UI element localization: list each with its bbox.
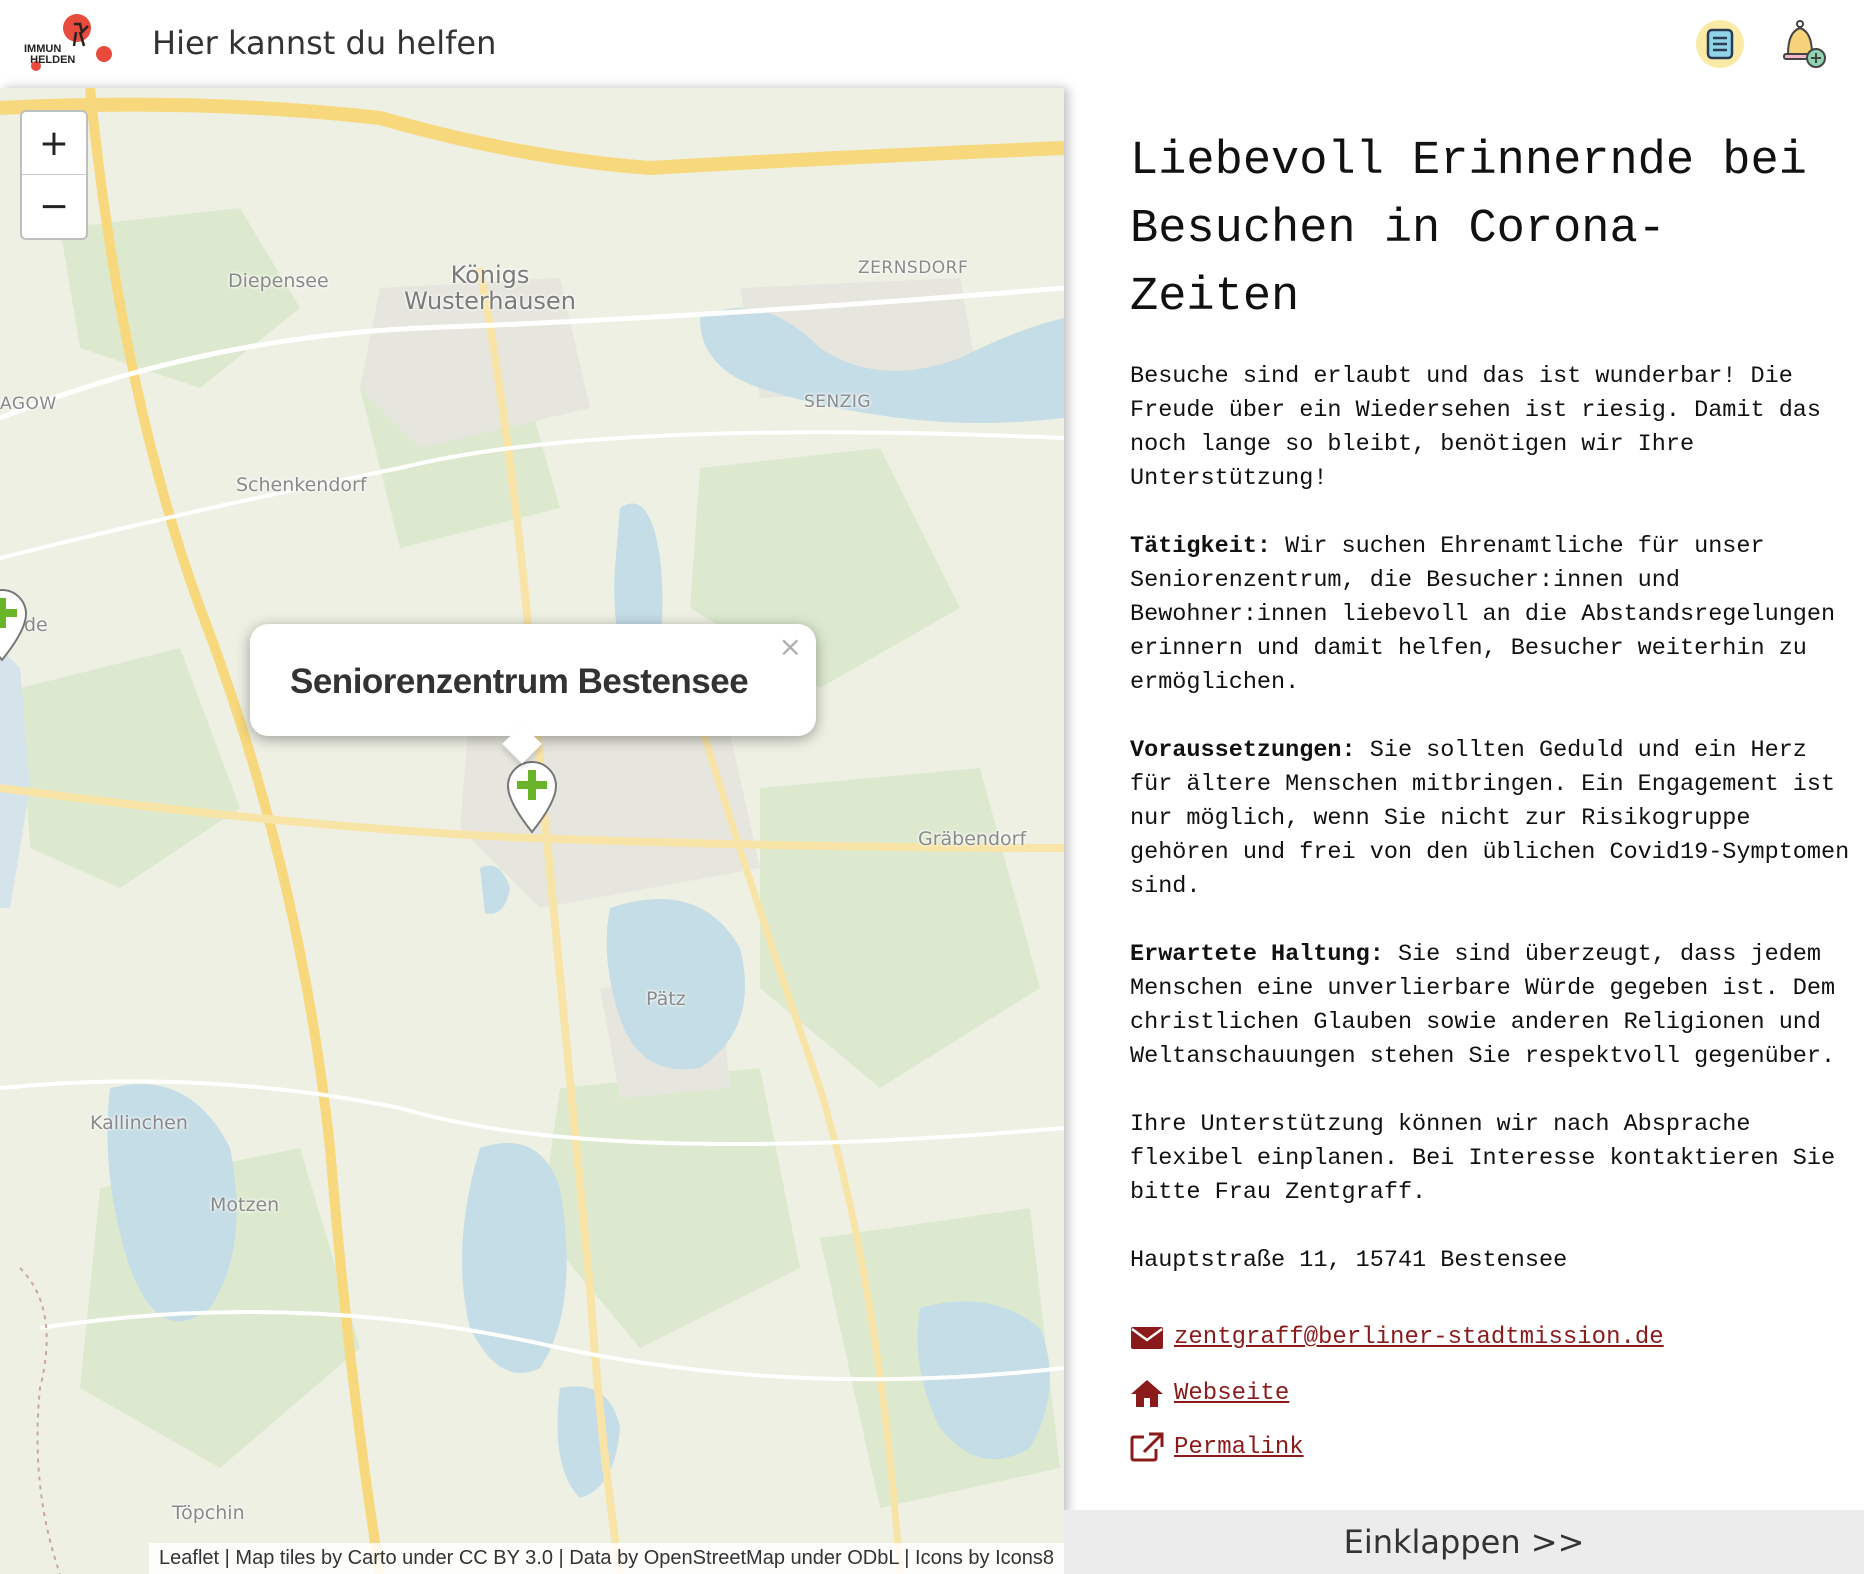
requirements-label: Voraussetzungen: [1130,737,1356,764]
map-marker-selected[interactable] [504,758,560,839]
home-icon [1131,1380,1163,1407]
activity-paragraph: Tätigkeit: Wir suchen Ehrenamtliche für … [1130,530,1850,700]
place-label: SENZIG [804,392,872,412]
external-link-icon [1130,1432,1164,1462]
popup-close-button[interactable]: × [779,630,802,663]
map-attribution[interactable]: Leaflet | Map tiles by Carto under CC BY… [149,1543,1064,1574]
email-link[interactable]: zentgraff@berliner-stadtmission.de [1174,1324,1664,1351]
place-label: Pätz [646,988,686,1010]
place-label: Schenkendorf [236,474,367,496]
collapse-button[interactable]: Einklappen >> [1064,1510,1864,1574]
activity-label: Tätigkeit: [1130,533,1272,560]
attitude-label: Erwartete Haltung: [1130,941,1384,968]
place-label: Königs Wusterhausen [404,261,576,315]
address: Hauptstraße 11, 15741 Bestensee [1130,1247,1568,1274]
detail-panel: Liebevoll Erinnernde bei Besuchen in Cor… [1064,88,1864,1574]
immunhelden-logo[interactable]: IMMUN HELDEN [22,14,118,74]
website-link[interactable]: Webseite [1174,1380,1289,1407]
plus-marker-icon [506,761,558,834]
notification-add-button[interactable] [1776,18,1828,70]
zoom-in-button[interactable]: + [22,112,86,175]
place-label: AGOW [0,394,57,414]
place-label: Töpchin [172,1502,245,1524]
attitude-paragraph: Erwartete Haltung: Sie sind überzeugt, d… [1130,938,1850,1074]
offer-description: Besuche sind erlaubt und das ist wunderb… [1130,360,1850,1312]
place-label: ZERNSDORF [858,258,969,278]
list-view-button[interactable] [1694,18,1746,70]
plus-marker-icon [0,589,28,662]
app-header: IMMUN HELDEN Hier kannst du helfen [0,0,1864,88]
email-row: zentgraff@berliner-stadtmission.de [1130,1324,1664,1351]
zoom-control: + − [20,110,88,240]
place-label: Gräbendorf [918,828,1027,850]
website-row: Webseite [1130,1378,1289,1408]
place-label: Diepensee [228,270,329,292]
closing-paragraph: Ihre Unterstützung können wir nach Abspr… [1130,1111,1836,1206]
logo-wordmark: IMMUN HELDEN [24,43,76,66]
list-icon [1696,20,1744,68]
page-title: Hier kannst du helfen [152,24,497,62]
permalink-row: Permalink [1130,1432,1304,1462]
place-label: Kallinchen [90,1112,188,1134]
offer-title: Liebevoll Erinnernde bei Besuchen in Cor… [1130,135,1807,324]
popup-title: Seniorenzentrum Bestensee [290,662,749,701]
permalink-link[interactable]: Permalink [1174,1434,1304,1461]
marker-popup: × Seniorenzentrum Bestensee [250,624,816,764]
envelope-icon [1131,1326,1163,1349]
place-label: Motzen [210,1194,280,1216]
zoom-out-button[interactable]: − [22,175,86,237]
intro-paragraph: Besuche sind erlaubt und das ist wunderb… [1130,363,1822,492]
bell-add-icon [1783,20,1826,68]
requirements-paragraph: Voraussetzungen: Sie sollten Geduld und … [1130,734,1850,904]
map-marker[interactable] [0,586,30,667]
map-view[interactable]: Diepensee Königs Wusterhausen ZERNSDORF S… [0,88,1064,1574]
